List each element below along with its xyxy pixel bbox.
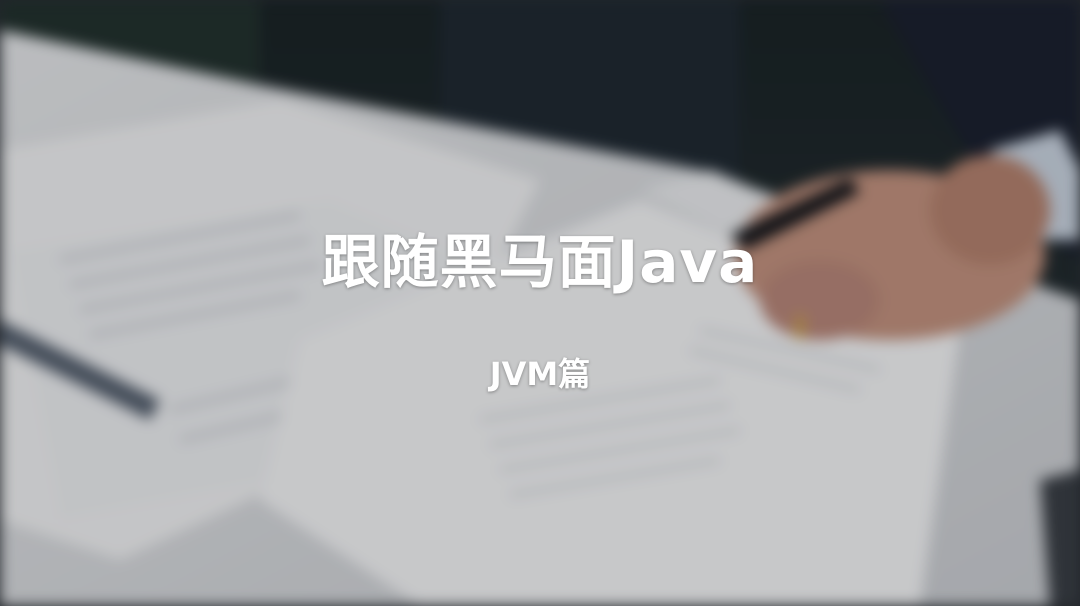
slide-title: 跟随黑马面Java [321,228,759,296]
slide-cover: 跟随黑马面Java JVM篇 [0,0,1080,606]
dim-overlay [0,0,1080,606]
slide-subtitle: JVM篇 [489,355,591,393]
